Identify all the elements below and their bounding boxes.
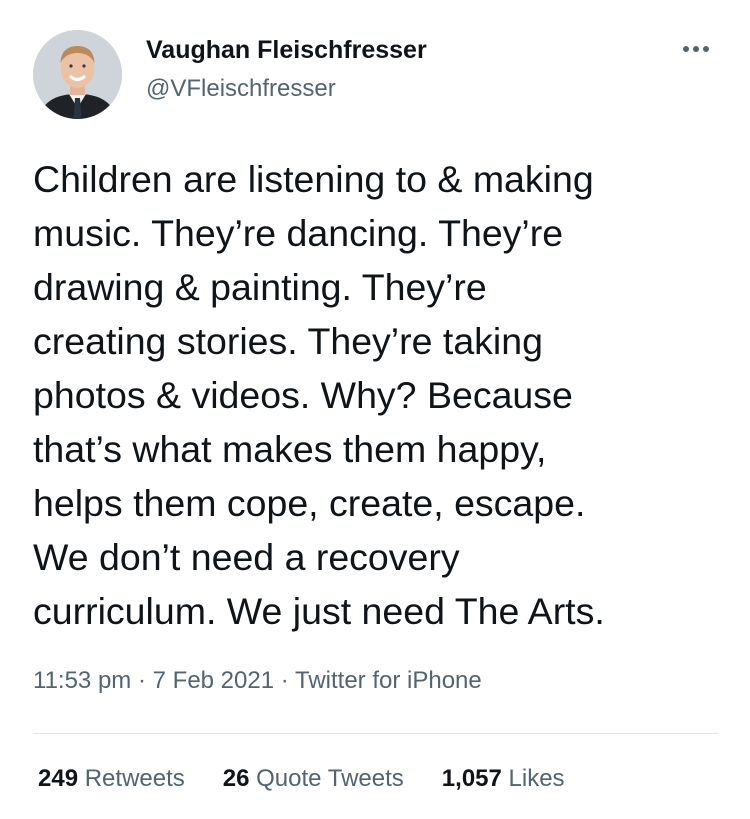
retweets-count: 249 (38, 765, 79, 792)
meta-separator: · (280, 667, 289, 694)
divider (33, 733, 718, 734)
more-horizontal-icon (683, 46, 709, 52)
more-options-button[interactable] (670, 32, 718, 66)
meta-separator: · (137, 667, 146, 694)
likes-label: Likes (508, 765, 565, 792)
tweet-source-link[interactable]: Twitter for iPhone (295, 667, 482, 694)
avatar[interactable] (33, 30, 122, 119)
retweets-stat[interactable]: 249 Retweets (38, 765, 185, 793)
tweet-text: Children are listening to & making music… (33, 158, 605, 632)
likes-stat[interactable]: 1,057 Likes (442, 765, 565, 793)
likes-count: 1,057 (441, 765, 502, 792)
quote-tweets-label: Quote Tweets (256, 765, 404, 792)
quote-tweets-count: 26 (222, 765, 250, 792)
retweets-label: Retweets (84, 765, 185, 792)
tweet-metadata: 11:53 pm · 7 Feb 2021 · Twitter for iPho… (33, 667, 482, 695)
tweet-time[interactable]: 11:53 pm (33, 667, 131, 694)
engagement-stats: 249 Retweets 26 Quote Tweets 1,057 Likes (38, 765, 565, 793)
tweet-date[interactable]: 7 Feb 2021 (153, 667, 274, 694)
tweet-detail: Vaughan Fleischfresser @VFleischfresser … (0, 0, 750, 819)
author-name[interactable]: Vaughan Fleischfresser (146, 36, 427, 65)
quote-tweets-stat[interactable]: 26 Quote Tweets (223, 765, 404, 793)
author-handle[interactable]: @VFleischfresser (146, 75, 336, 103)
